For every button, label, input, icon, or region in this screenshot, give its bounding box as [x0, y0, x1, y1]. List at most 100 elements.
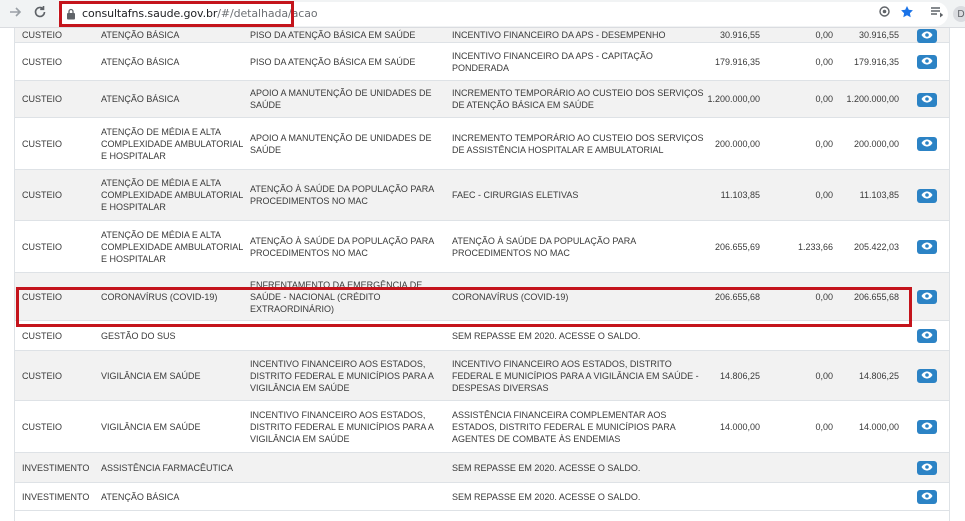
view-details-button[interactable] — [917, 137, 937, 151]
eye-icon — [921, 31, 933, 41]
cell-acao: FAEC - CIRURGIAS ELETIVAS — [452, 190, 579, 200]
cell-valor-total — [675, 483, 760, 510]
eye-icon — [921, 492, 933, 502]
eye-icon — [921, 139, 933, 149]
view-details-button[interactable] — [917, 329, 937, 343]
view-details-button[interactable] — [917, 240, 937, 254]
cell-valor-total: 179.916,35 — [714, 56, 760, 67]
view-details-button[interactable] — [917, 420, 937, 434]
cell-valor-desconto: 0,00 — [815, 370, 833, 381]
cell-valor-total: 1.200.000,00 — [707, 94, 760, 104]
eye-icon — [921, 191, 933, 201]
view-details-button[interactable] — [917, 28, 937, 43]
cell-bloco: VIGILÂNCIA EM SAÚDE — [101, 370, 201, 381]
cell-tipo: CUSTEIO — [22, 190, 63, 200]
forward-button[interactable] — [6, 4, 26, 24]
eye-icon — [921, 331, 933, 341]
cell-grupo: APOIO A MANUTENÇÃO DE UNIDADES DE SAÚDE — [250, 88, 432, 110]
eye-icon — [921, 57, 933, 67]
playlist-icon — [930, 5, 944, 24]
view-details-button[interactable] — [917, 55, 937, 69]
cell-grupo: PISO DA ATENÇÃO BÁSICA EM SAÚDE — [250, 30, 416, 40]
cell-bloco: ATENÇÃO DE MÉDIA E ALTA COMPLEXIDADE AMB… — [101, 229, 243, 264]
cell-bloco: ATENÇÃO DE MÉDIA E ALTA COMPLEXIDADE AMB… — [101, 126, 243, 161]
media-button[interactable] — [929, 6, 945, 22]
cell-tipo: CUSTEIO — [22, 56, 63, 67]
view-details-button[interactable] — [917, 461, 937, 475]
cell-valor-desconto — [760, 453, 833, 482]
cell-bloco: ATENÇÃO BÁSICA — [101, 491, 180, 502]
cell-tipo: CUSTEIO — [22, 421, 63, 432]
cell-valor-liquido: 11.103,85 — [859, 190, 899, 200]
cell-valor-desconto: 0,00 — [815, 190, 833, 200]
table-row: CUSTEIO ATENÇÃO DE MÉDIA E ALTA COMPLEXID… — [15, 118, 949, 170]
cell-valor-total — [675, 453, 760, 482]
table-row: CUSTEIO VIGILÂNCIA EM SAÚDE INCENTIVO FINA… — [15, 401, 949, 453]
avatar[interactable]: D — [953, 6, 965, 22]
reload-button[interactable] — [30, 4, 50, 24]
cell-valor-desconto: 0,00 — [815, 30, 833, 40]
cell-bloco: ATENÇÃO BÁSICA — [101, 94, 180, 104]
cell-valor-liquido: 200.000,00 — [853, 138, 899, 149]
cell-bloco: ASSISTÊNCIA FARMACÊUTICA — [101, 462, 234, 473]
table-row: CUSTEIO ATENÇÃO DE MÉDIA E ALTA COMPLEXID… — [15, 170, 949, 221]
bookmark-button[interactable] — [899, 5, 915, 24]
cell-tipo: CUSTEIO — [22, 370, 63, 381]
cell-tipo: CUSTEIO — [22, 138, 63, 149]
cell-tipo: CUSTEIO — [22, 30, 63, 40]
cell-acao: ASSISTÊNCIA FINANCEIRA COMPLEMENTAR AOS … — [452, 409, 676, 444]
cell-acao: ATENÇÃO À SAÚDE DA POPULAÇÃO PARA PROCED… — [452, 235, 636, 258]
url-highlight-box — [59, 1, 294, 27]
reload-icon — [33, 5, 47, 24]
cell-grupo: APOIO A MANUTENÇÃO DE UNIDADES DE SAÚDE — [250, 132, 432, 155]
cell-valor-liquido: 1.200.000,00 — [846, 94, 899, 104]
view-details-button[interactable] — [917, 92, 937, 107]
cell-valor-total: 30.916,55 — [719, 30, 760, 40]
view-details-button[interactable] — [917, 490, 937, 504]
eye-icon — [921, 95, 933, 105]
cell-valor-liquido: 205.422,03 — [853, 241, 899, 252]
cell-grupo — [250, 483, 450, 510]
cell-acao: INCENTIVO FINANCEIRO AOS ESTADOS, DISTRI… — [452, 358, 699, 393]
cell-bloco: ATENÇÃO BÁSICA — [101, 30, 180, 40]
table-row: INVESTIMENTO ATENÇÃO BÁSICA SEM REPASSE EM… — [15, 483, 949, 511]
eye-icon — [921, 422, 933, 432]
view-details-button[interactable] — [917, 188, 937, 203]
cell-acao: INCENTIVO FINANCEIRO DA APS - CAPITAÇÃO … — [452, 50, 653, 73]
cell-grupo — [250, 453, 450, 482]
eye-icon — [921, 242, 933, 252]
cell-valor-desconto: 0,00 — [815, 138, 833, 149]
cell-tipo: CUSTEIO — [22, 94, 63, 104]
cell-acao: SEM REPASSE EM 2020. ACESSE O SALDO. — [452, 491, 641, 502]
cell-valor-total: 14.000,00 — [719, 421, 760, 432]
eye-icon — [921, 463, 933, 473]
cell-tipo: INVESTIMENTO — [22, 491, 90, 502]
cell-valor-desconto: 0,00 — [815, 56, 833, 67]
eye-icon — [921, 292, 933, 302]
cell-valor-liquido: 179.916,35 — [853, 56, 899, 67]
cell-grupo: PISO DA ATENÇÃO BÁSICA EM SAÚDE — [250, 56, 416, 67]
location-button[interactable] — [876, 6, 892, 22]
cell-valor-desconto: 1.233,66 — [797, 241, 833, 252]
cell-bloco: ATENÇÃO BÁSICA — [101, 56, 180, 67]
cell-valor-liquido: 14.000,00 — [858, 421, 899, 432]
view-details-button[interactable] — [917, 290, 937, 304]
cell-valor-desconto — [760, 483, 833, 510]
cell-acao: INCREMENTO TEMPORÁRIO AO CUSTEIO DOS SER… — [452, 132, 704, 155]
view-details-button[interactable] — [917, 369, 937, 383]
cell-bloco: VIGILÂNCIA EM SAÚDE — [101, 421, 201, 432]
cell-acao: INCREMENTO TEMPORÁRIO AO CUSTEIO DOS SER… — [452, 88, 704, 110]
table-row: CUSTEIO ATENÇÃO BÁSICA APOIO A MANUTENÇÃO … — [15, 81, 949, 118]
table-row: CUSTEIO ATENÇÃO DE MÉDIA E ALTA COMPLEXID… — [15, 221, 949, 273]
cell-valor-total: 14.806,25 — [719, 370, 760, 381]
row-highlight-box — [16, 287, 912, 327]
cell-grupo: ATENÇÃO À SAÚDE DA POPULAÇÃO PARA PROCED… — [250, 235, 434, 258]
cell-valor-liquido: 30.916,55 — [858, 30, 899, 40]
cell-valor-liquido — [833, 483, 899, 510]
cell-tipo: CUSTEIO — [22, 241, 63, 252]
eye-icon — [921, 371, 933, 381]
cell-tipo: INVESTIMENTO — [22, 462, 90, 473]
table-row: CUSTEIO VIGILÂNCIA EM SAÚDE INCENTIVO FINA… — [15, 351, 949, 401]
star-icon — [900, 5, 914, 24]
arrow-right-icon — [9, 5, 23, 24]
